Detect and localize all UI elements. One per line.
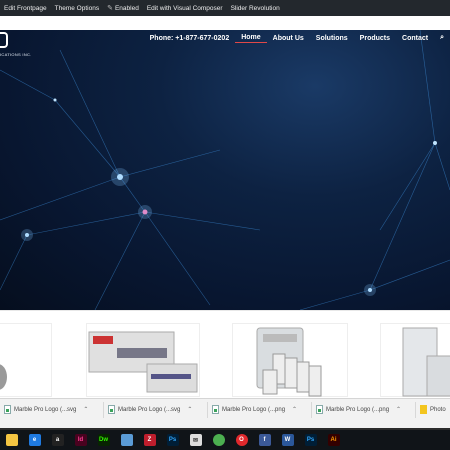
visual-composer-link[interactable]: Edit with Visual Composer [143, 5, 227, 12]
chrome-icon[interactable] [212, 434, 225, 446]
nav-item-about-us[interactable]: About Us [267, 35, 310, 42]
download-item[interactable]: Marble Pro Logo (...png ⌃ [312, 401, 416, 418]
enabled-toggle[interactable]: ✎ Enabled [103, 4, 143, 13]
downloads-bar: Marble Pro Logo (...svg ⌃ Marble Pro Log… [0, 398, 450, 420]
svg-file-icon [108, 405, 115, 414]
server-appliance-image [88, 331, 198, 393]
search-icon[interactable]: ⌕ [434, 34, 450, 42]
phone-number[interactable]: Phone: +1-877-677-0202 [144, 35, 236, 42]
png-file-icon [212, 405, 219, 414]
png-file-icon [316, 405, 323, 414]
logo-mark-icon [0, 32, 8, 48]
nav-item-solutions[interactable]: Solutions [310, 35, 354, 42]
edge-icon[interactable]: e [28, 434, 41, 446]
slider-revolution-link[interactable]: Slider Revolution [227, 5, 284, 12]
download-item[interactable]: Photo [416, 402, 450, 418]
wrench-icon: ✎ [107, 5, 113, 12]
photoshop-icon-2[interactable]: Ps [304, 434, 317, 446]
download-item[interactable]: Marble Pro Logo (...svg ⌃ [104, 401, 208, 418]
product-card-2[interactable] [86, 323, 200, 397]
main-nav: Phone: +1-877-677-0202 Home About Us Sol… [144, 32, 450, 44]
indesign-icon[interactable]: Id [74, 434, 87, 446]
filezilla-icon[interactable]: Z [143, 434, 156, 446]
pdf-file-icon [420, 405, 427, 414]
network-background [0, 30, 450, 310]
dreamweaver-icon[interactable]: Dw [97, 434, 110, 446]
edit-frontpage-link[interactable]: Edit Frontpage [0, 5, 51, 12]
windows-taskbar: e a Id Dw Z Ps ✉ O f W Ps Ai [0, 428, 450, 450]
download-item[interactable]: Marble Pro Logo (...svg ⌃ [0, 401, 104, 418]
chevron-up-icon[interactable]: ⌃ [292, 406, 297, 413]
download-item[interactable]: Marble Pro Logo (...png ⌃ [208, 401, 312, 418]
site-logo[interactable]: ICATIONS INC. [0, 32, 40, 60]
product-card-4[interactable] [380, 323, 450, 397]
svg-file-icon [4, 405, 11, 414]
photoshop-icon[interactable]: Ps [166, 434, 179, 446]
carousel-prev-button[interactable] [0, 364, 7, 390]
illustrator-icon[interactable]: Ai [327, 434, 340, 446]
nav-item-products[interactable]: Products [354, 35, 396, 42]
facebook-icon[interactable]: f [258, 434, 271, 446]
opera-icon[interactable]: O [235, 434, 248, 446]
chevron-up-icon[interactable]: ⌃ [187, 406, 192, 413]
notepad-icon[interactable] [120, 434, 133, 446]
nav-item-home[interactable]: Home [235, 34, 267, 43]
theme-options-link[interactable]: Theme Options [51, 5, 103, 12]
product-card-1[interactable] [0, 323, 52, 397]
mail-icon[interactable]: ✉ [189, 434, 202, 446]
cabinet-image [402, 327, 450, 397]
status-gap [0, 420, 450, 428]
chevron-up-icon[interactable]: ⌃ [83, 406, 88, 413]
product-card-3[interactable] [232, 323, 348, 397]
products-strip [0, 310, 450, 400]
amazon-icon[interactable]: a [51, 434, 64, 446]
phone-system-image [256, 327, 322, 397]
chevron-up-icon[interactable]: ⌃ [396, 406, 401, 413]
hero-slider [0, 30, 450, 310]
word-icon[interactable]: W [281, 434, 294, 446]
page-top-strip [0, 16, 450, 30]
nav-item-contact[interactable]: Contact [396, 35, 434, 42]
file-explorer-icon[interactable] [5, 434, 18, 446]
wp-admin-bar: Edit Frontpage Theme Options ✎ Enabled Ed… [0, 0, 450, 16]
